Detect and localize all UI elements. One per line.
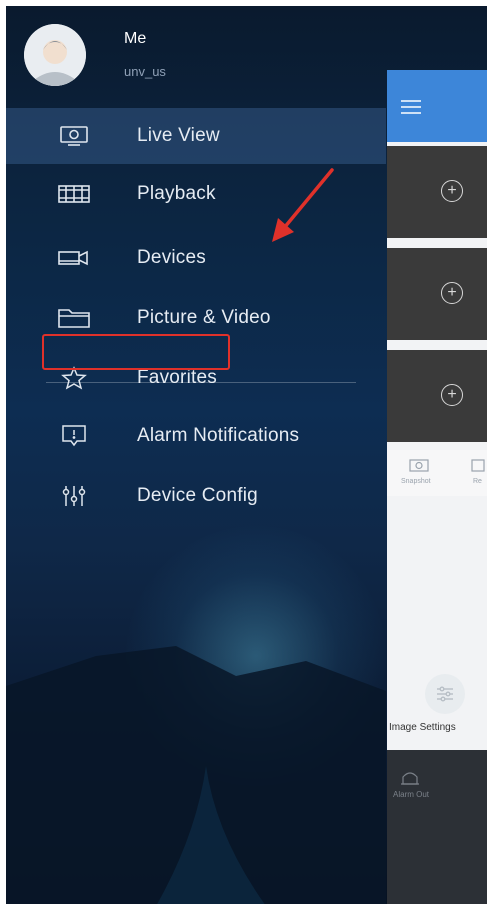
devices-highlight-box: [42, 334, 230, 370]
menu-item-label: Device Config: [137, 485, 258, 506]
image-settings-button[interactable]: [425, 674, 465, 714]
menu-item-label: Picture & Video: [137, 307, 271, 328]
app-screen: Me unv_us Live View Playback Devices Pic…: [6, 6, 487, 904]
profile-name: Me: [124, 30, 147, 47]
snapshot-label: Snapshot: [401, 478, 431, 485]
menu-item-device-config[interactable]: Device Config: [6, 468, 386, 524]
menu-item-live-view[interactable]: Live View: [6, 108, 386, 164]
video-slot[interactable]: +: [387, 146, 487, 238]
add-channel-icon[interactable]: +: [441, 282, 463, 304]
panel-toolbar: Snapshot Re: [387, 450, 487, 496]
user-avatar-icon[interactable]: [24, 24, 86, 86]
folder-icon: [56, 306, 92, 330]
add-channel-icon[interactable]: +: [441, 180, 463, 202]
panel-bottom-bar: Alarm Out: [387, 750, 487, 904]
add-channel-icon[interactable]: +: [441, 384, 463, 406]
live-view-panel: + + + Snapshot Re Image Settings Alarm O…: [387, 70, 487, 904]
camera-icon: [56, 246, 92, 270]
snapshot-icon[interactable]: [409, 458, 429, 477]
profile-username: unv_us: [124, 64, 166, 79]
video-slot[interactable]: +: [387, 248, 487, 340]
panel-topbar: [387, 70, 487, 142]
image-settings-label: Image Settings: [389, 722, 456, 733]
menu-divider: [46, 382, 356, 383]
record-label: Re: [473, 478, 482, 485]
menu-item-label: Alarm Notifications: [137, 425, 300, 446]
menu-item-label: Playback: [137, 183, 216, 204]
menu-item-alarm-notifications[interactable]: Alarm Notifications: [6, 408, 386, 464]
sliders-icon: [56, 484, 92, 508]
menu-item-label: Live View: [137, 125, 220, 146]
monitor-icon: [56, 124, 92, 148]
film-icon: [56, 182, 92, 206]
record-icon[interactable]: [471, 458, 485, 477]
annotation-arrow-icon: [272, 168, 334, 242]
alarm-message-icon: [56, 424, 92, 448]
menu-item-label: Devices: [137, 247, 206, 268]
video-slot[interactable]: +: [387, 350, 487, 442]
drawer-profile[interactable]: Me unv_us: [6, 6, 386, 102]
background-landscape: [6, 646, 386, 904]
alarm-out-label: Alarm Out: [393, 790, 430, 799]
hamburger-icon[interactable]: [401, 100, 421, 119]
menu-item-label: Favorites: [137, 367, 217, 388]
